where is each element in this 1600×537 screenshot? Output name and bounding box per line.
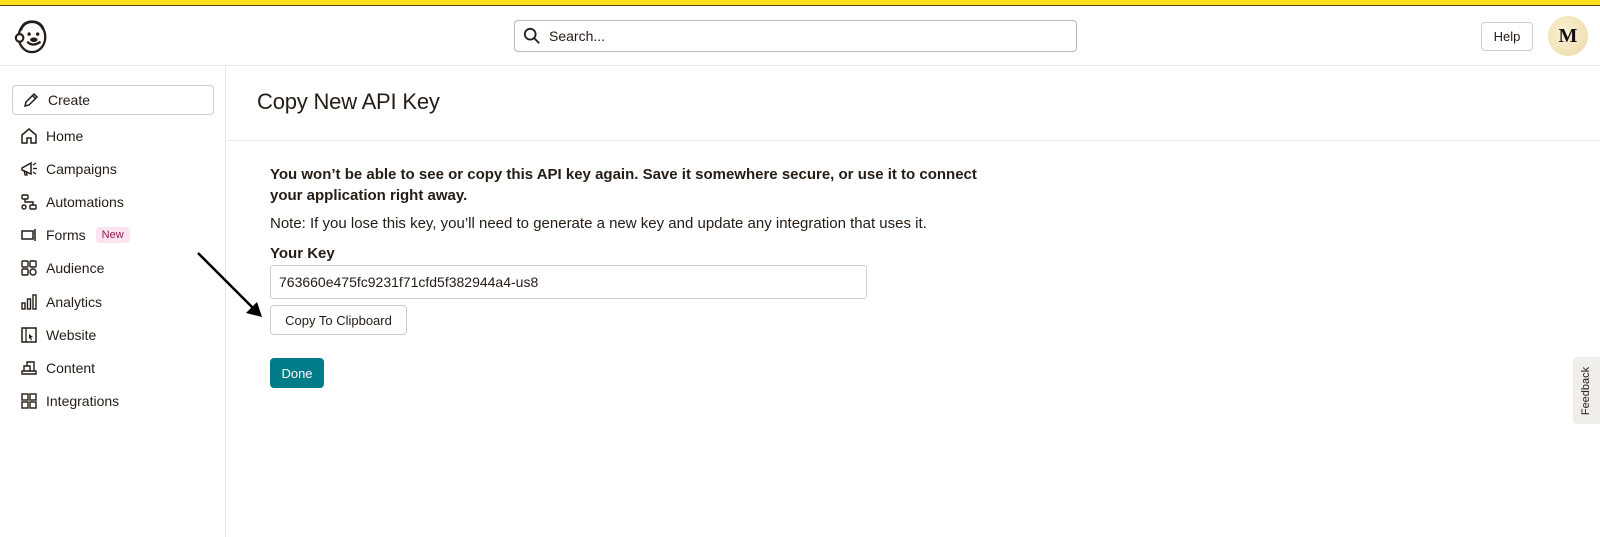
sidebar-item-forms[interactable]: Forms New	[12, 221, 214, 249]
website-icon	[21, 327, 37, 343]
sidebar-item-label: Audience	[46, 260, 105, 276]
sidebar-item-label: Analytics	[46, 294, 103, 310]
your-key-label: Your Key	[270, 245, 335, 262]
create-button[interactable]: Create	[12, 85, 214, 115]
forms-icon	[21, 229, 36, 241]
copy-to-clipboard-button[interactable]: Copy To Clipboard	[270, 305, 407, 335]
create-label: Create	[48, 92, 91, 108]
api-key-warning: You won’t be able to see or copy this AP…	[270, 166, 977, 204]
pencil-icon	[23, 92, 39, 108]
sidebar-item-content[interactable]: Content	[12, 354, 214, 382]
analytics-icon	[21, 294, 37, 310]
feedback-label: Feedback	[1580, 366, 1593, 415]
sidebar-item-analytics[interactable]: Analytics	[12, 288, 214, 316]
sidebar-item-integrations[interactable]: Integrations	[12, 387, 214, 415]
sidebar-item-website[interactable]: Website	[12, 321, 214, 349]
sidebar-item-label: Home	[46, 128, 84, 144]
sidebar-item-automations[interactable]: Automations	[12, 188, 214, 216]
sidebar-item-label: Website	[46, 327, 97, 343]
annotation-arrow-icon	[197, 252, 262, 317]
sidebar-item-label: Forms	[46, 227, 86, 243]
help-button[interactable]: Help	[1481, 22, 1533, 51]
search-input[interactable]	[549, 28, 1049, 44]
search-icon	[523, 27, 540, 44]
top-header: Help M	[0, 6, 1600, 66]
sidebar-item-label: Content	[46, 360, 96, 376]
done-button[interactable]: Done	[270, 358, 324, 388]
sidebar-item-label: Campaigns	[46, 161, 117, 177]
sidebar-item-audience[interactable]: Audience	[12, 254, 214, 282]
page-title: Copy New API Key	[257, 89, 440, 114]
new-badge: New	[95, 227, 130, 243]
api-key-note: Note: If you lose this key, you’ll need …	[270, 215, 927, 232]
sidebar-item-label: Automations	[46, 194, 124, 210]
megaphone-icon	[21, 161, 37, 176]
title-divider	[227, 140, 1600, 141]
avatar[interactable]: M	[1548, 16, 1588, 56]
sidebar-item-home[interactable]: Home	[12, 122, 214, 150]
automations-icon	[21, 194, 37, 210]
integrations-icon	[21, 393, 37, 409]
audience-icon	[21, 260, 37, 276]
sidebar-item-campaigns[interactable]: Campaigns	[12, 155, 214, 183]
api-key-field[interactable]	[270, 265, 867, 299]
search-bar[interactable]	[514, 20, 1077, 52]
mailchimp-logo-icon[interactable]	[12, 16, 50, 56]
home-icon	[21, 128, 37, 144]
sidebar-item-label: Integrations	[46, 393, 120, 409]
content-icon	[21, 361, 37, 375]
feedback-tab[interactable]: Feedback	[1573, 357, 1600, 424]
